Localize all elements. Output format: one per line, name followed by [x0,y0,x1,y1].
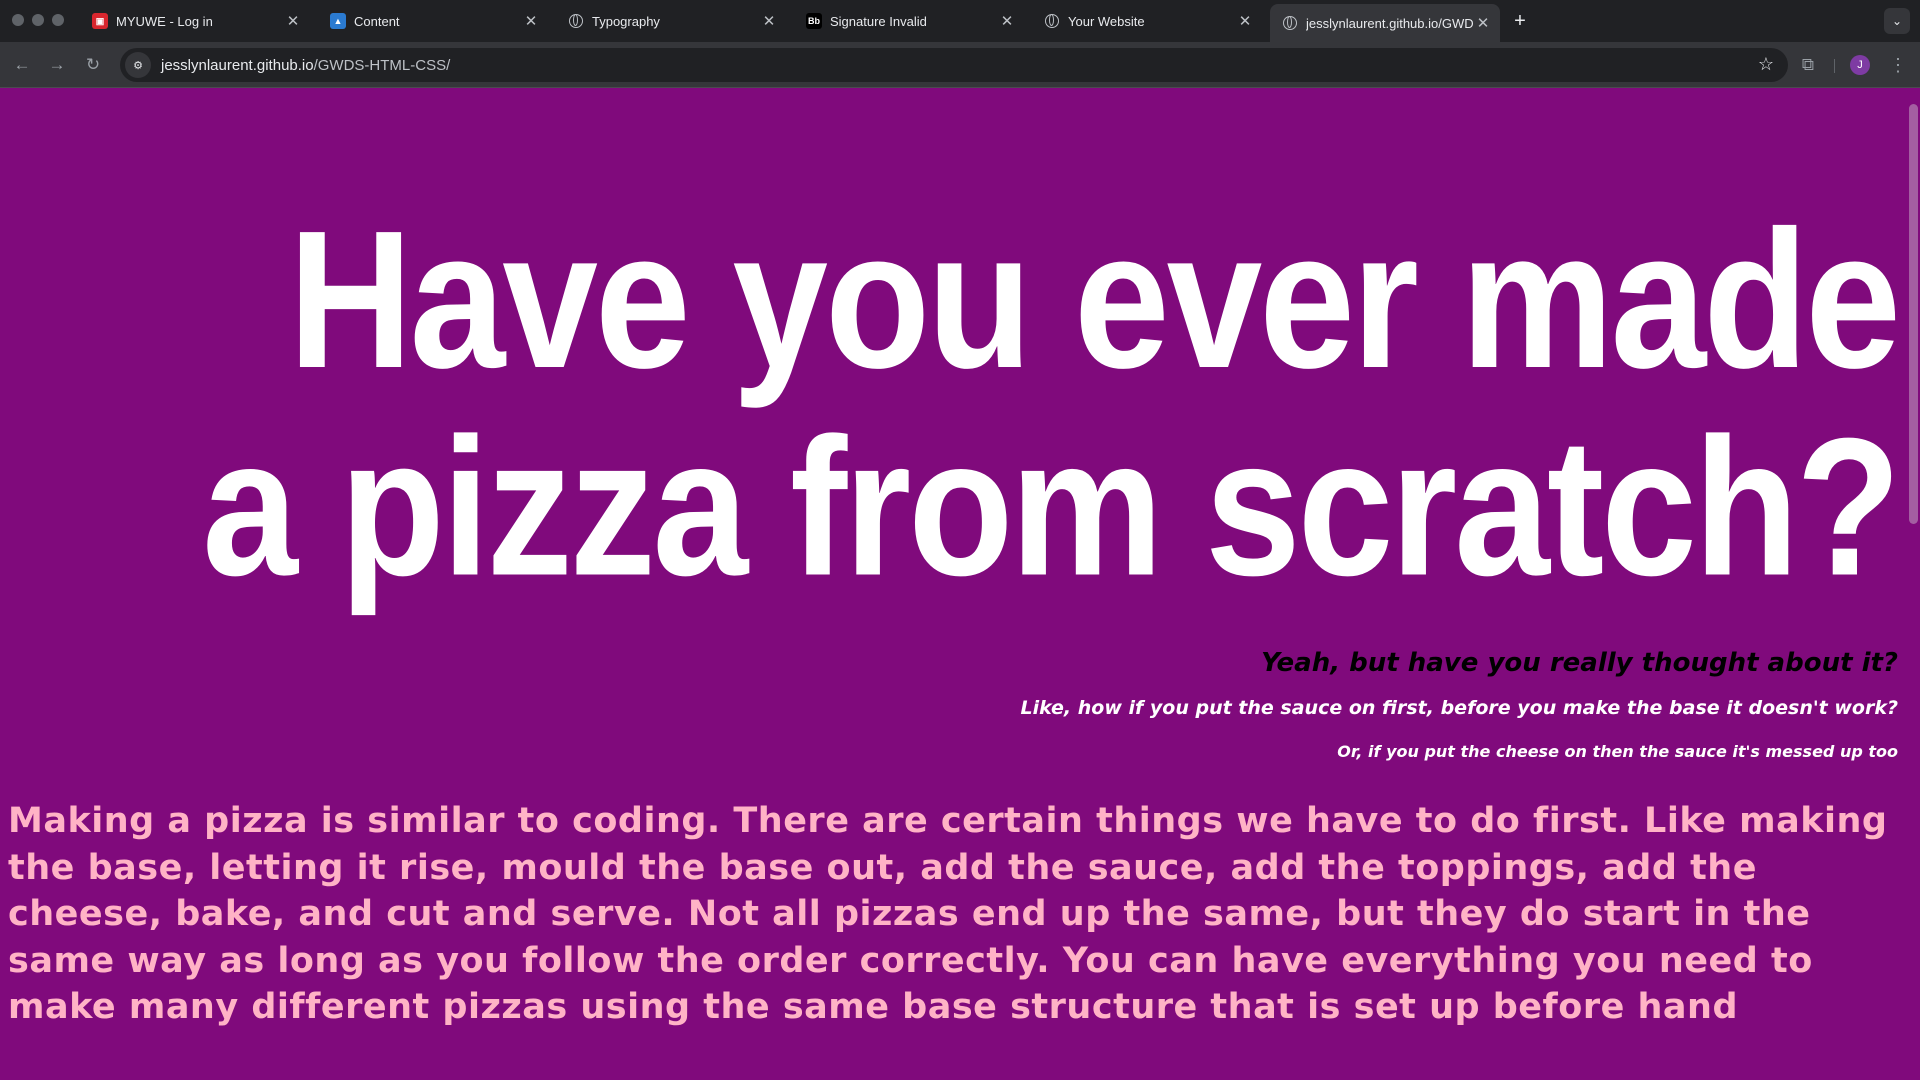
profile-avatar[interactable]: J [1850,55,1870,75]
bookmark-star-icon[interactable]: ☆ [1758,54,1774,75]
globe-icon [568,13,584,29]
tab-typography[interactable]: Typography ✕ [556,6,786,36]
page-viewport: Have you ever made a pizza from scratch?… [0,88,1920,1080]
url-path: /GWDS-HTML-CSS/ [313,56,451,74]
tab-signature-invalid[interactable]: Bb Signature Invalid ✕ [794,6,1024,36]
browser-window: ▣ MYUWE - Log in ✕ ▲ Content ✕ Typograph… [0,0,1920,1080]
globe-icon [1044,13,1060,29]
tab-title: jesslynlaurent.github.io/GWD [1306,15,1474,31]
tab-search-button[interactable]: ⌄ [1884,8,1910,34]
bb-icon: Bb [806,13,822,29]
toolbar-divider [1834,59,1835,73]
close-icon[interactable]: ✕ [284,12,302,30]
address-bar[interactable]: ⚙ jesslynlaurent.github.io/GWDS-HTML-CSS… [120,48,1788,82]
vertical-scrollbar[interactable] [1909,104,1918,524]
url-text[interactable]: jesslynlaurent.github.io/GWDS-HTML-CSS/ [161,57,450,74]
tab-title: Content [354,13,400,29]
more-menu-icon[interactable]: ⋮ [1886,53,1910,77]
tab-title: Typography [592,13,660,29]
new-tab-button[interactable]: + [1508,9,1532,33]
back-arrow-icon[interactable]: ← [10,53,34,77]
close-icon[interactable]: ✕ [760,12,778,30]
reload-icon[interactable]: ↻ [81,53,105,77]
globe-icon [1282,15,1298,31]
subheading-3: Or, if you put the cheese on then the sa… [1337,742,1898,761]
page-headline: Have you ever made a pizza from scratch? [202,190,1901,617]
subheading-2: Like, how if you put the sauce on first,… [1020,697,1898,719]
window-zoom-button[interactable] [52,14,64,26]
body-paragraph: Making a pizza is similar to coding. The… [8,801,1888,1027]
tab-title: Signature Invalid [830,13,927,29]
browser-toolbar: ← → ↻ ⚙ jesslynlaurent.github.io/GWDS-HT… [0,42,1920,88]
tab-title: MYUWE - Log in [116,13,213,29]
tab-content[interactable]: ▲ Content ✕ [318,6,548,36]
lms-icon: ▲ [330,13,346,29]
window-close-button[interactable] [12,14,24,26]
site-info-icon[interactable]: ⚙ [125,52,151,78]
extensions-puzzle-icon[interactable]: ⧉ [1796,53,1820,77]
close-icon[interactable]: ✕ [1236,12,1254,30]
tab-active-gwds[interactable]: jesslynlaurent.github.io/GWD ✕ [1270,4,1500,42]
close-icon[interactable]: ✕ [998,12,1016,30]
tab-title: Your Website [1068,13,1145,29]
window-minimize-button[interactable] [32,14,44,26]
uwe-icon: ▣ [92,13,108,29]
close-icon[interactable]: ✕ [1474,14,1492,32]
close-icon[interactable]: ✕ [522,12,540,30]
tab-strip: ▣ MYUWE - Log in ✕ ▲ Content ✕ Typograph… [0,0,1920,42]
tab-your-website[interactable]: Your Website ✕ [1032,6,1262,36]
url-host: jesslynlaurent.github.io [161,56,314,74]
subheading-1: Yeah, but have you really thought about … [1261,648,1898,678]
forward-arrow-icon[interactable]: → [45,53,69,77]
tab-myuwe[interactable]: ▣ MYUWE - Log in ✕ [80,6,310,36]
